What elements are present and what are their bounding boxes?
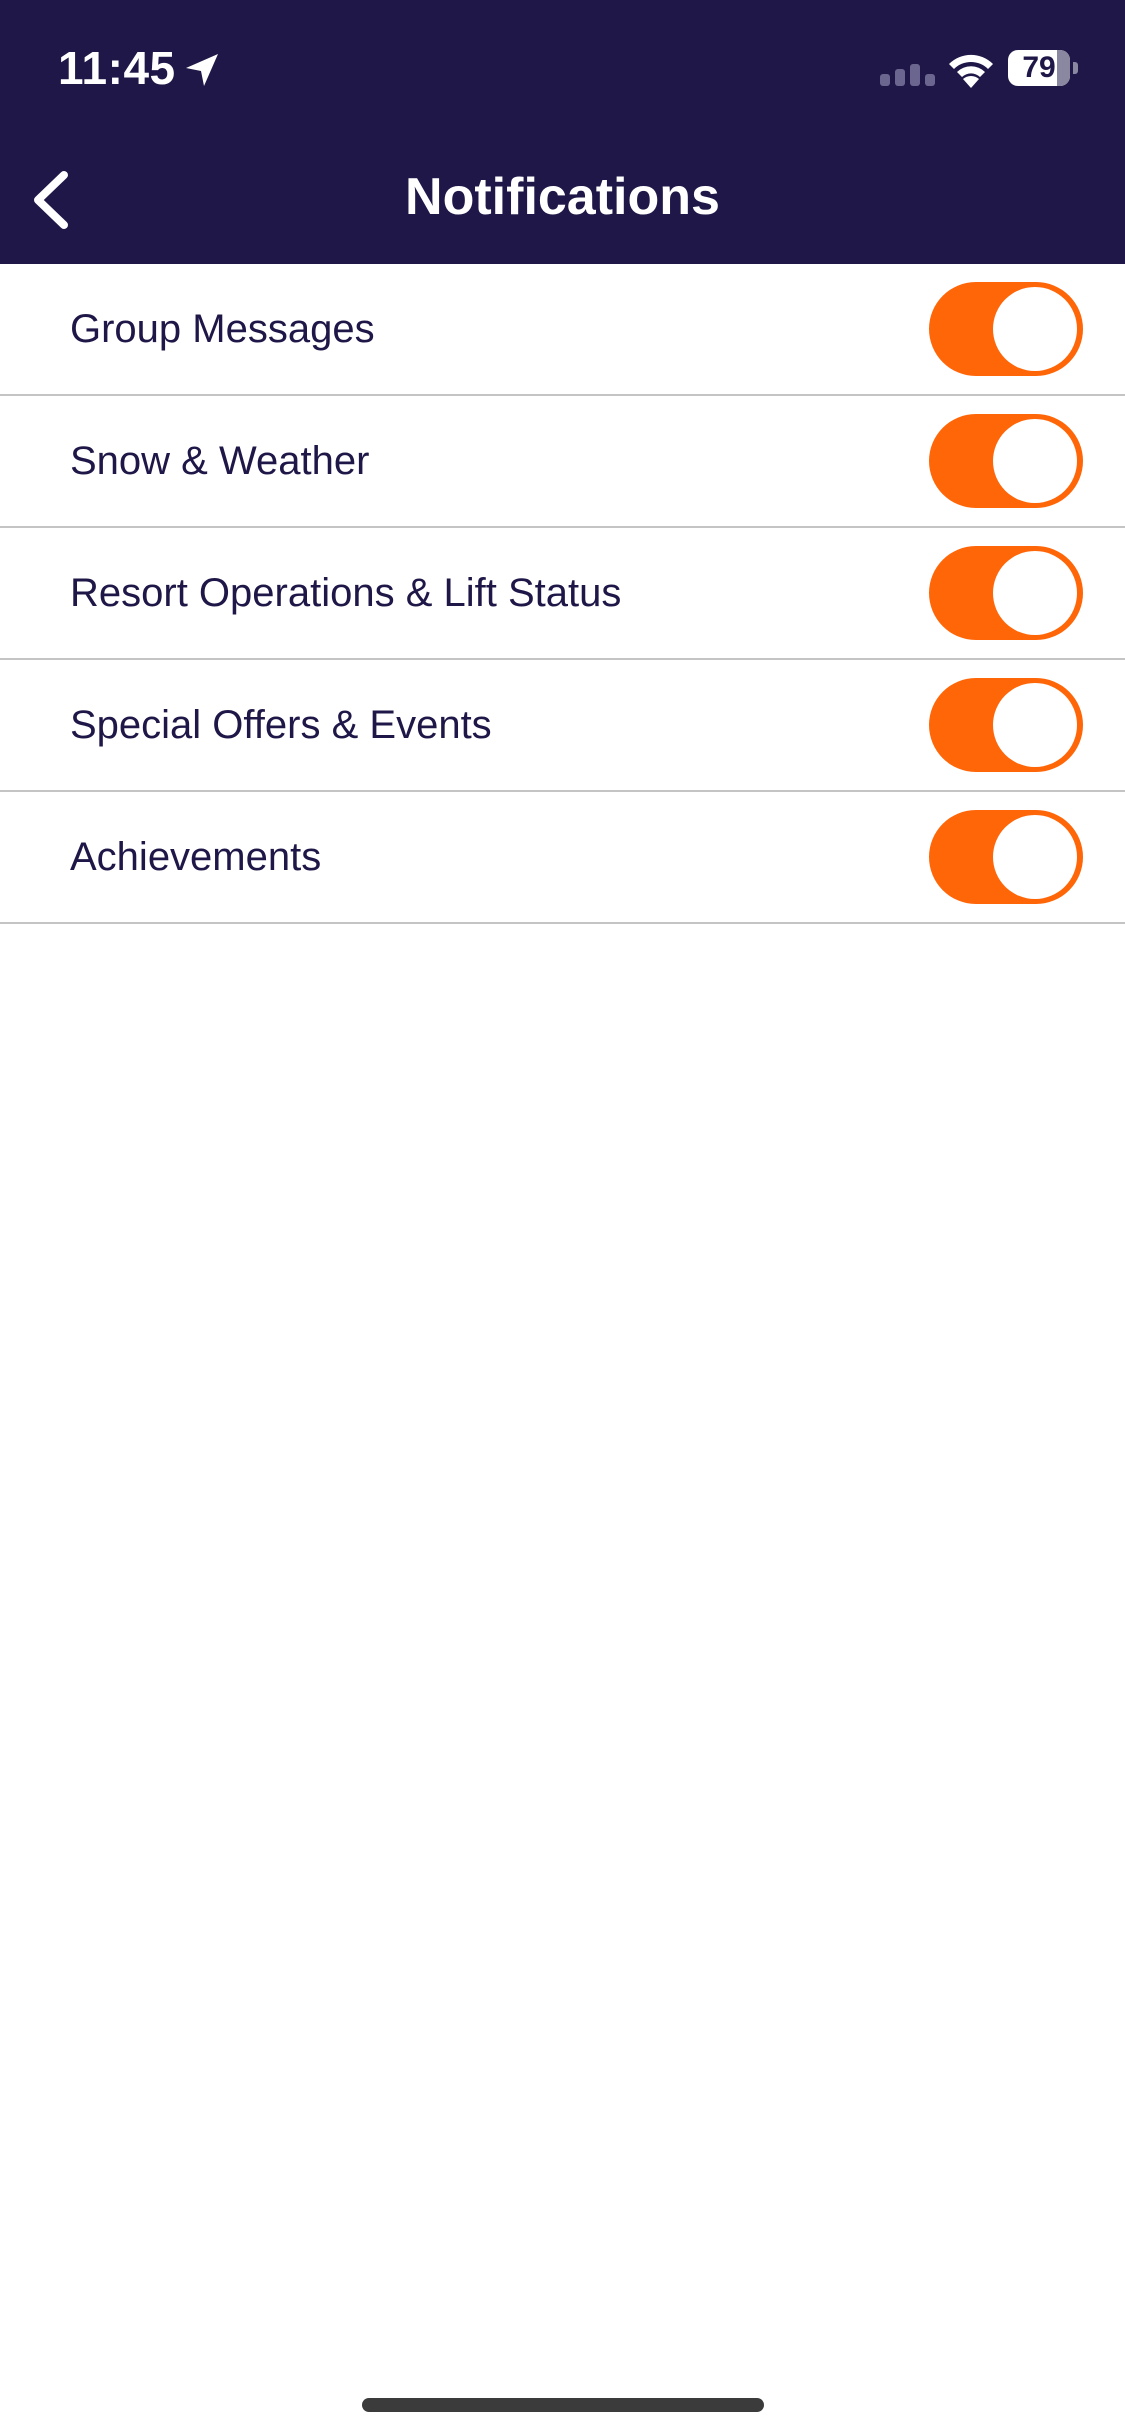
battery-body: 79 bbox=[1008, 50, 1070, 86]
wifi-icon bbox=[949, 54, 993, 88]
toggle-knob bbox=[993, 815, 1077, 899]
location-arrow-icon bbox=[186, 54, 218, 86]
navigation-header: 11:45 79 Notifications bbox=[0, 0, 1125, 264]
setting-label: Resort Operations & Lift Status bbox=[70, 571, 622, 615]
toggle-knob bbox=[993, 287, 1077, 371]
group-messages-toggle[interactable] bbox=[929, 282, 1083, 376]
setting-row-special-offers: Special Offers & Events bbox=[0, 660, 1125, 792]
setting-label: Special Offers & Events bbox=[70, 703, 492, 747]
battery-cap bbox=[1073, 62, 1078, 74]
resort-operations-toggle[interactable] bbox=[929, 546, 1083, 640]
toggle-knob bbox=[993, 551, 1077, 635]
battery-icon: 79 bbox=[1008, 50, 1078, 86]
setting-label: Achievements bbox=[70, 835, 322, 879]
setting-label: Snow & Weather bbox=[70, 439, 370, 483]
toggle-knob bbox=[993, 683, 1077, 767]
cellular-signal-icon bbox=[880, 64, 935, 86]
achievements-toggle[interactable] bbox=[929, 810, 1083, 904]
battery-level: 79 bbox=[1022, 51, 1056, 84]
home-indicator[interactable] bbox=[362, 2398, 764, 2412]
setting-label: Group Messages bbox=[70, 307, 375, 351]
special-offers-toggle[interactable] bbox=[929, 678, 1083, 772]
page-title: Notifications bbox=[405, 168, 720, 226]
setting-row-resort-operations: Resort Operations & Lift Status bbox=[0, 528, 1125, 660]
status-bar: 11:45 79 bbox=[0, 0, 1125, 136]
toggle-knob bbox=[993, 419, 1077, 503]
notification-settings-list: Group Messages Snow & Weather Resort Ope… bbox=[0, 264, 1125, 924]
setting-row-snow-weather: Snow & Weather bbox=[0, 396, 1125, 528]
setting-row-achievements: Achievements bbox=[0, 792, 1125, 924]
status-time: 11:45 bbox=[58, 42, 176, 94]
snow-weather-toggle[interactable] bbox=[929, 414, 1083, 508]
setting-row-group-messages: Group Messages bbox=[0, 264, 1125, 396]
